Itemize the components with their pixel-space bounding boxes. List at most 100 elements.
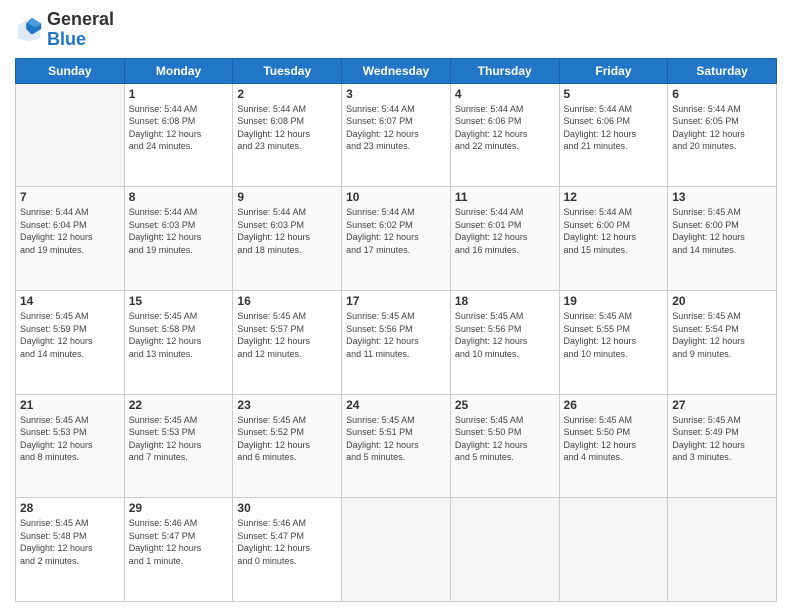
calendar-cell: 8 Sunrise: 5:44 AM Sunset: 6:03 PM Daylig…	[124, 187, 233, 291]
day-number: 17	[346, 294, 446, 308]
day-info: Sunrise: 5:44 AM Sunset: 6:03 PM Dayligh…	[129, 206, 229, 256]
day-number: 4	[455, 87, 555, 101]
day-info: Sunrise: 5:46 AM Sunset: 5:47 PM Dayligh…	[129, 517, 229, 567]
calendar-cell: 19 Sunrise: 5:45 AM Sunset: 5:55 PM Dayli…	[559, 290, 668, 394]
day-number: 13	[672, 190, 772, 204]
day-number: 8	[129, 190, 229, 204]
day-number: 27	[672, 398, 772, 412]
day-info: Sunrise: 5:45 AM Sunset: 5:58 PM Dayligh…	[129, 310, 229, 360]
day-number: 18	[455, 294, 555, 308]
day-number: 15	[129, 294, 229, 308]
weekday-header-wednesday: Wednesday	[342, 58, 451, 83]
calendar-cell: 6Sunrise: 5:44 AM Sunset: 6:05 PM Daylig…	[668, 83, 777, 187]
day-info: Sunrise: 5:45 AM Sunset: 5:54 PM Dayligh…	[672, 310, 772, 360]
day-number: 9	[237, 190, 337, 204]
day-info: Sunrise: 5:44 AM Sunset: 6:05 PM Dayligh…	[672, 103, 772, 153]
day-info: Sunrise: 5:44 AM Sunset: 6:06 PM Dayligh…	[455, 103, 555, 153]
calendar-cell: 10Sunrise: 5:44 AM Sunset: 6:02 PM Dayli…	[342, 187, 451, 291]
calendar-cell: 29 Sunrise: 5:46 AM Sunset: 5:47 PM Dayli…	[124, 498, 233, 602]
day-info: Sunrise: 5:44 AM Sunset: 6:08 PM Dayligh…	[237, 103, 337, 153]
week-row-5: 28 Sunrise: 5:45 AM Sunset: 5:48 PM Dayli…	[16, 498, 777, 602]
weekday-header-monday: Monday	[124, 58, 233, 83]
weekday-header-friday: Friday	[559, 58, 668, 83]
calendar-cell: 17 Sunrise: 5:45 AM Sunset: 5:56 PM Dayli…	[342, 290, 451, 394]
day-info: Sunrise: 5:44 AM Sunset: 6:03 PM Dayligh…	[237, 206, 337, 256]
calendar-cell: 27 Sunrise: 5:45 AM Sunset: 5:49 PM Dayli…	[668, 394, 777, 498]
calendar-cell: 5Sunrise: 5:44 AM Sunset: 6:06 PM Daylig…	[559, 83, 668, 187]
day-number: 25	[455, 398, 555, 412]
day-number: 16	[237, 294, 337, 308]
day-number: 5	[564, 87, 664, 101]
logo: General Blue	[15, 10, 114, 50]
week-row-3: 14 Sunrise: 5:45 AM Sunset: 5:59 PM Dayli…	[16, 290, 777, 394]
calendar-cell: 15 Sunrise: 5:45 AM Sunset: 5:58 PM Dayli…	[124, 290, 233, 394]
calendar-cell: 24 Sunrise: 5:45 AM Sunset: 5:51 PM Dayli…	[342, 394, 451, 498]
day-info: Sunrise: 5:45 AM Sunset: 5:49 PM Dayligh…	[672, 414, 772, 464]
day-number: 19	[564, 294, 664, 308]
week-row-4: 21 Sunrise: 5:45 AM Sunset: 5:53 PM Dayli…	[16, 394, 777, 498]
day-info: Sunrise: 5:45 AM Sunset: 5:57 PM Dayligh…	[237, 310, 337, 360]
day-number: 29	[129, 501, 229, 515]
day-number: 7	[20, 190, 120, 204]
day-info: Sunrise: 5:45 AM Sunset: 5:52 PM Dayligh…	[237, 414, 337, 464]
day-info: Sunrise: 5:45 AM Sunset: 5:51 PM Dayligh…	[346, 414, 446, 464]
day-number: 3	[346, 87, 446, 101]
calendar-cell: 30 Sunrise: 5:46 AM Sunset: 5:47 PM Dayli…	[233, 498, 342, 602]
calendar-cell: 22Sunrise: 5:45 AM Sunset: 5:53 PM Dayli…	[124, 394, 233, 498]
calendar-cell: 16 Sunrise: 5:45 AM Sunset: 5:57 PM Dayli…	[233, 290, 342, 394]
page: General Blue SundayMondayTuesdayWednesda…	[0, 0, 792, 612]
calendar-cell: 18 Sunrise: 5:45 AM Sunset: 5:56 PM Dayli…	[450, 290, 559, 394]
weekday-header-tuesday: Tuesday	[233, 58, 342, 83]
day-number: 22	[129, 398, 229, 412]
calendar-cell: 20 Sunrise: 5:45 AM Sunset: 5:54 PM Dayli…	[668, 290, 777, 394]
week-row-1: 1 Sunrise: 5:44 AM Sunset: 6:08 PM Daylig…	[16, 83, 777, 187]
calendar-cell: 7Sunrise: 5:44 AM Sunset: 6:04 PM Daylig…	[16, 187, 125, 291]
day-number: 23	[237, 398, 337, 412]
day-info: Sunrise: 5:44 AM Sunset: 6:02 PM Dayligh…	[346, 206, 446, 256]
weekday-header-saturday: Saturday	[668, 58, 777, 83]
day-info: Sunrise: 5:45 AM Sunset: 5:55 PM Dayligh…	[564, 310, 664, 360]
day-number: 14	[20, 294, 120, 308]
day-info: Sunrise: 5:46 AM Sunset: 5:47 PM Dayligh…	[237, 517, 337, 567]
day-info: Sunrise: 5:44 AM Sunset: 6:07 PM Dayligh…	[346, 103, 446, 153]
day-number: 1	[129, 87, 229, 101]
header: General Blue	[15, 10, 777, 50]
calendar-cell: 26Sunrise: 5:45 AM Sunset: 5:50 PM Dayli…	[559, 394, 668, 498]
day-number: 24	[346, 398, 446, 412]
day-number: 21	[20, 398, 120, 412]
day-info: Sunrise: 5:45 AM Sunset: 5:59 PM Dayligh…	[20, 310, 120, 360]
weekday-header-sunday: Sunday	[16, 58, 125, 83]
logo-icon	[15, 16, 43, 44]
weekday-header-thursday: Thursday	[450, 58, 559, 83]
day-number: 20	[672, 294, 772, 308]
calendar-cell	[342, 498, 451, 602]
calendar-cell: 3 Sunrise: 5:44 AM Sunset: 6:07 PM Daylig…	[342, 83, 451, 187]
day-info: Sunrise: 5:45 AM Sunset: 5:53 PM Dayligh…	[20, 414, 120, 464]
day-info: Sunrise: 5:45 AM Sunset: 6:00 PM Dayligh…	[672, 206, 772, 256]
calendar-cell: 25 Sunrise: 5:45 AM Sunset: 5:50 PM Dayli…	[450, 394, 559, 498]
calendar-cell: 13 Sunrise: 5:45 AM Sunset: 6:00 PM Dayli…	[668, 187, 777, 291]
day-number: 30	[237, 501, 337, 515]
calendar-cell	[450, 498, 559, 602]
day-info: Sunrise: 5:45 AM Sunset: 5:50 PM Dayligh…	[564, 414, 664, 464]
day-info: Sunrise: 5:45 AM Sunset: 5:50 PM Dayligh…	[455, 414, 555, 464]
day-info: Sunrise: 5:44 AM Sunset: 6:08 PM Dayligh…	[129, 103, 229, 153]
calendar-table: SundayMondayTuesdayWednesdayThursdayFrid…	[15, 58, 777, 602]
day-info: Sunrise: 5:44 AM Sunset: 6:00 PM Dayligh…	[564, 206, 664, 256]
logo-text: General Blue	[47, 10, 114, 50]
calendar-cell: 1 Sunrise: 5:44 AM Sunset: 6:08 PM Daylig…	[124, 83, 233, 187]
calendar-cell: 28 Sunrise: 5:45 AM Sunset: 5:48 PM Dayli…	[16, 498, 125, 602]
calendar-cell	[668, 498, 777, 602]
day-info: Sunrise: 5:45 AM Sunset: 5:56 PM Dayligh…	[346, 310, 446, 360]
day-info: Sunrise: 5:45 AM Sunset: 5:56 PM Dayligh…	[455, 310, 555, 360]
calendar-cell: 4 Sunrise: 5:44 AM Sunset: 6:06 PM Daylig…	[450, 83, 559, 187]
calendar-cell: 12Sunrise: 5:44 AM Sunset: 6:00 PM Dayli…	[559, 187, 668, 291]
calendar-cell: 2Sunrise: 5:44 AM Sunset: 6:08 PM Daylig…	[233, 83, 342, 187]
calendar-cell: 23 Sunrise: 5:45 AM Sunset: 5:52 PM Dayli…	[233, 394, 342, 498]
weekday-header-row: SundayMondayTuesdayWednesdayThursdayFrid…	[16, 58, 777, 83]
day-number: 11	[455, 190, 555, 204]
day-number: 28	[20, 501, 120, 515]
calendar-cell: 21 Sunrise: 5:45 AM Sunset: 5:53 PM Dayli…	[16, 394, 125, 498]
calendar-cell: 11Sunrise: 5:44 AM Sunset: 6:01 PM Dayli…	[450, 187, 559, 291]
day-info: Sunrise: 5:45 AM Sunset: 5:48 PM Dayligh…	[20, 517, 120, 567]
